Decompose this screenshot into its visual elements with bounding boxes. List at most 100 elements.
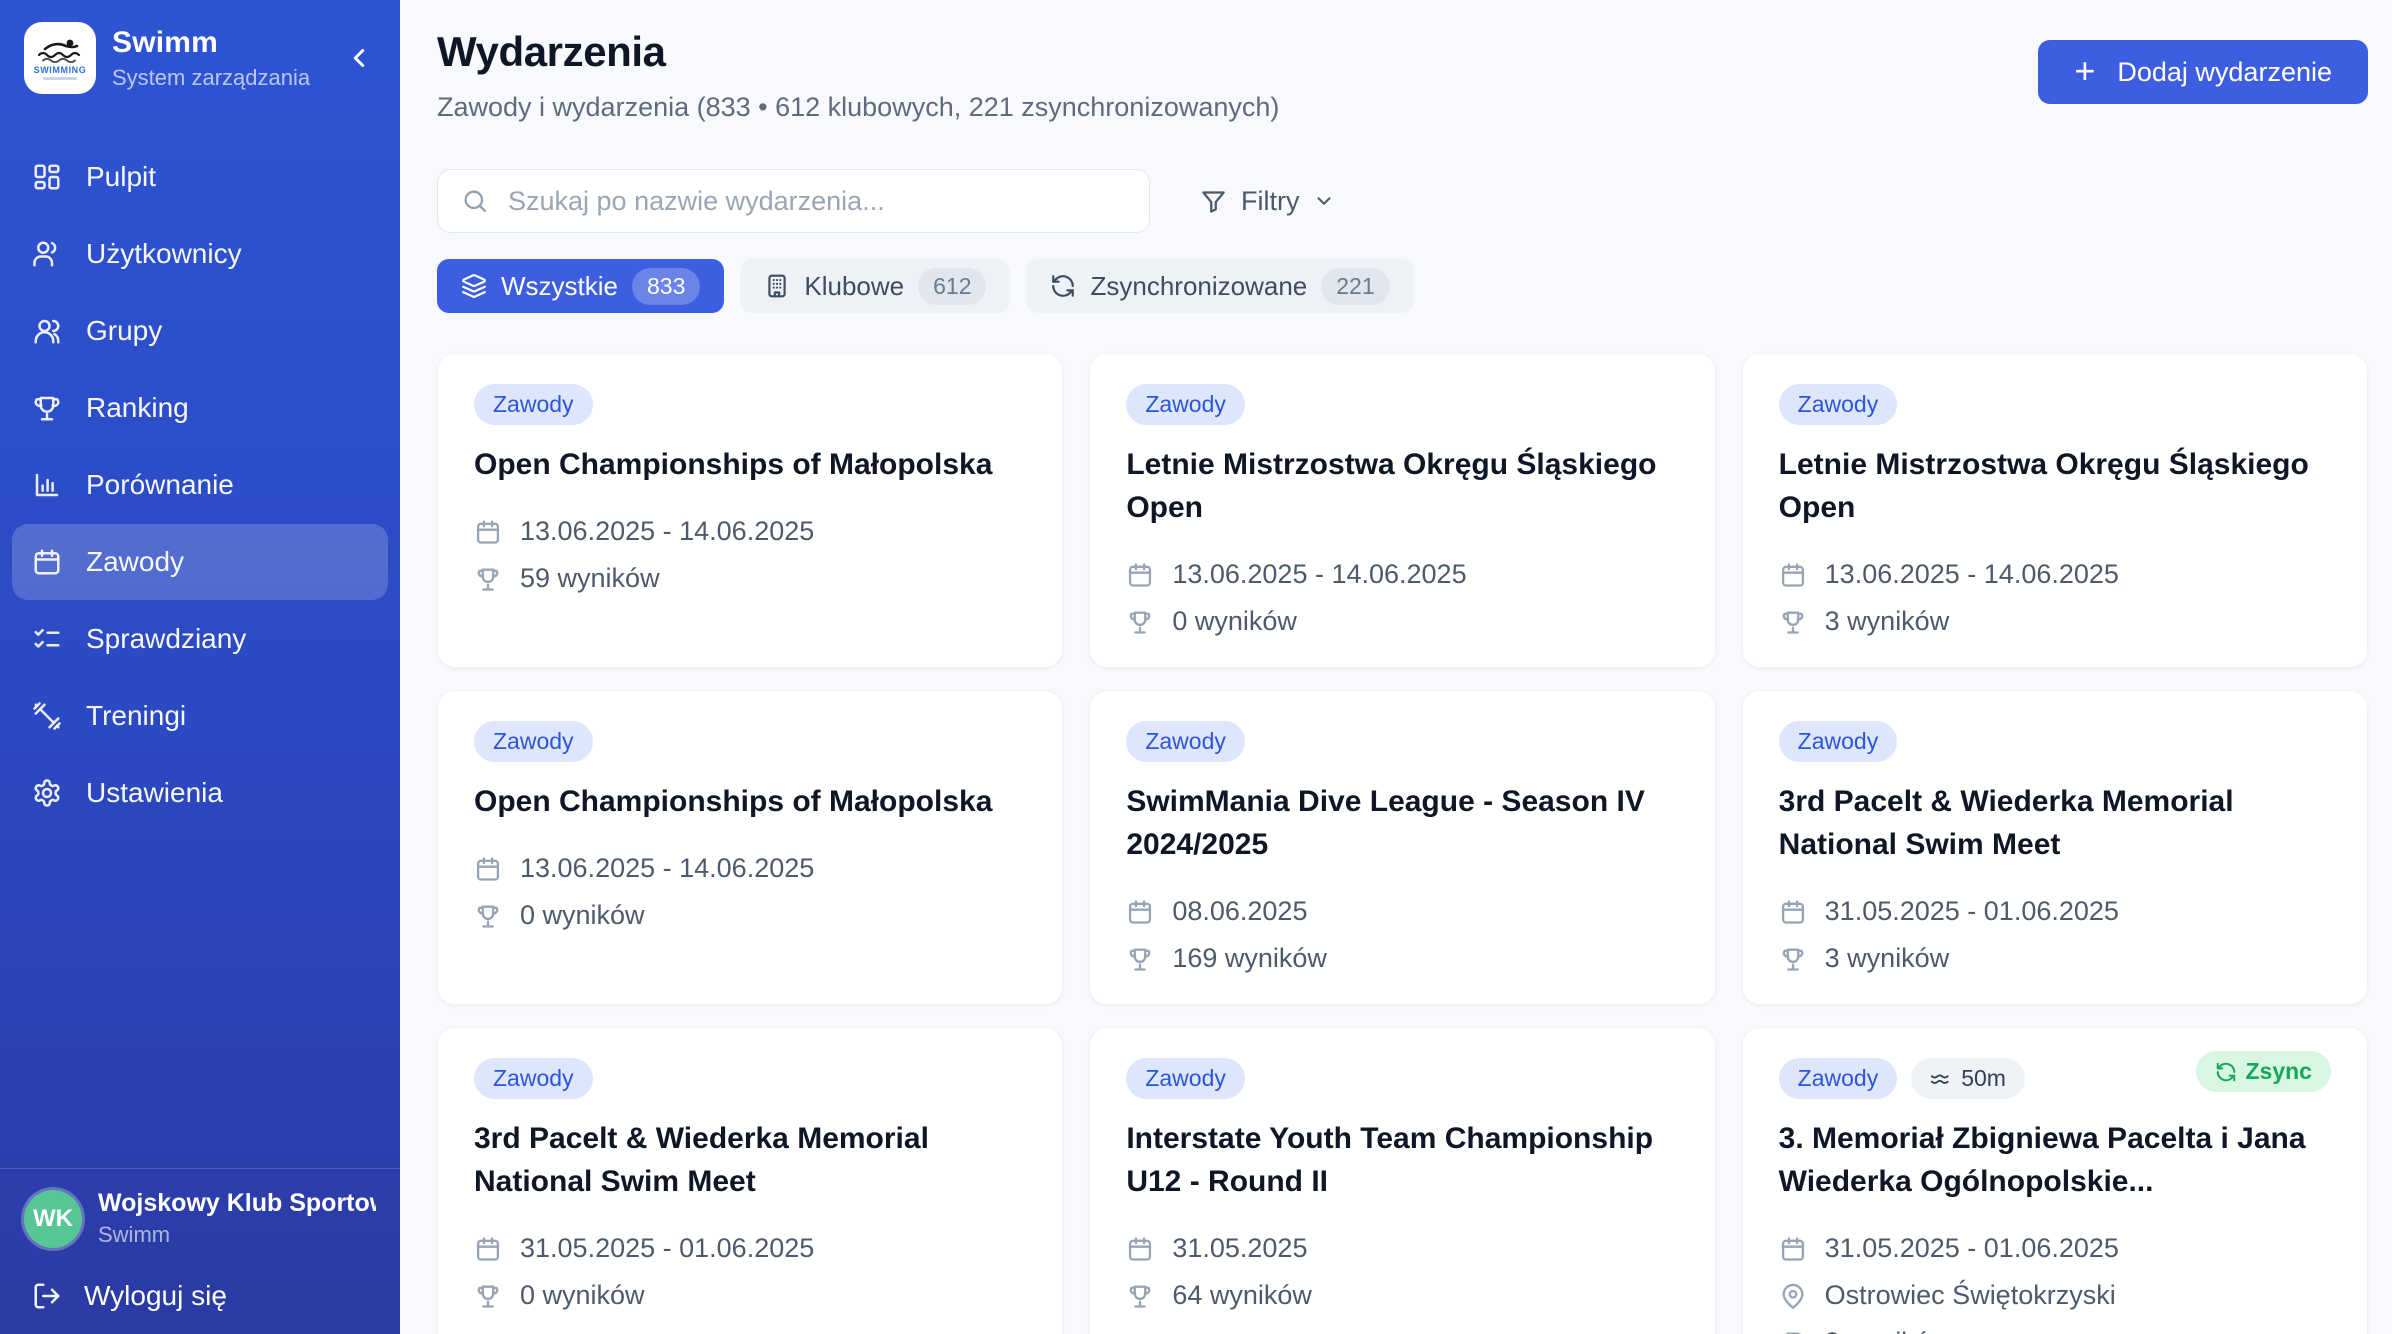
card-meta: 31.05.2025 - 01.06.2025 0 wyników (474, 1233, 1026, 1311)
sidebar-item-ranking[interactable]: Ranking (12, 370, 388, 446)
event-card[interactable]: Zawody Letnie Mistrzostwa Okręgu Śląskie… (1742, 353, 2368, 668)
event-date-row: 31.05.2025 - 01.06.2025 (474, 1233, 1026, 1264)
sidebar-item-uzytkownicy[interactable]: Użytkownicy (12, 216, 388, 292)
swimmer-icon (37, 37, 83, 63)
add-event-button[interactable]: + Dodaj wydarzenie (2038, 40, 2368, 104)
sync-icon (2215, 1061, 2237, 1083)
gear-icon (32, 778, 62, 808)
event-results: 0 wyników (520, 900, 645, 931)
event-date-row: 31.05.2025 - 01.06.2025 (1779, 896, 2331, 927)
user-profile[interactable]: WK Wojskowy Klub Sportowy ... Swimm (24, 1189, 376, 1248)
card-meta: 08.06.2025 169 wyników (1126, 896, 1678, 974)
event-results: 169 wyników (1172, 943, 1327, 974)
sync-status-badge: Zsync (2196, 1051, 2331, 1092)
event-card[interactable]: Zawody 50m Zsync 3. Memoriał Zbigniewa P… (1742, 1027, 2368, 1334)
calendar-icon (1779, 561, 1807, 589)
sidebar-item-zawody[interactable]: Zawody (12, 524, 388, 600)
event-date-row: 13.06.2025 - 14.06.2025 (474, 853, 1026, 884)
event-results-row: 3 wyników (1779, 606, 2331, 637)
tab-label: Wszystkie (501, 271, 618, 302)
calendar-icon (474, 518, 502, 546)
event-card[interactable]: Zawody 3rd Pacelt & Wiederka Memorial Na… (1742, 690, 2368, 1005)
dashboard-icon (32, 162, 62, 192)
filters-label: Filtry (1241, 186, 1299, 217)
trophy-icon (1126, 608, 1154, 636)
checklist-icon (32, 624, 62, 654)
card-meta: 31.05.2025 - 01.06.2025 Ostrowiec Święto… (1779, 1233, 2331, 1334)
event-type-badge: Zawody (1126, 384, 1245, 425)
calendar-icon (1126, 561, 1154, 589)
event-card[interactable]: Zawody Open Championships of Małopolska … (437, 690, 1063, 1005)
group-icon (32, 316, 62, 346)
event-results: 59 wyników (520, 563, 660, 594)
event-results-row: 59 wyników (474, 563, 1026, 594)
bar-chart-icon (32, 470, 62, 500)
sidebar-item-label: Porównanie (86, 469, 234, 501)
chevron-down-icon (1313, 190, 1335, 212)
event-card[interactable]: Zawody Interstate Youth Team Championshi… (1089, 1027, 1715, 1334)
sidebar-item-label: Grupy (86, 315, 162, 347)
sidebar-item-label: Użytkownicy (86, 238, 242, 270)
sidebar-item-sprawdziany[interactable]: Sprawdziany (12, 601, 388, 677)
trophy-icon (474, 902, 502, 930)
sidebar-item-porownanie[interactable]: Porównanie (12, 447, 388, 523)
user-text: Wojskowy Klub Sportowy ... Swimm (98, 1189, 376, 1248)
tab-zsynchronizowane[interactable]: Zsynchronizowane 221 (1026, 259, 1413, 313)
sidebar-item-label: Sprawdziany (86, 623, 246, 655)
building-icon (764, 273, 790, 299)
event-date-row: 13.06.2025 - 14.06.2025 (474, 516, 1026, 547)
event-results-row: 3 wyników (1779, 943, 2331, 974)
calendar-icon (1779, 1235, 1807, 1263)
card-meta: 13.06.2025 - 14.06.2025 0 wyników (1126, 559, 1678, 637)
tab-count-badge: 612 (918, 268, 986, 305)
sidebar-item-label: Zawody (86, 546, 184, 578)
chevron-left-icon (344, 43, 374, 73)
event-card[interactable]: Zawody Letnie Mistrzostwa Okręgu Śląskie… (1089, 353, 1715, 668)
event-type-badge: Zawody (474, 721, 593, 762)
event-date: 13.06.2025 - 14.06.2025 (520, 516, 814, 547)
card-meta: 13.06.2025 - 14.06.2025 59 wyników (474, 516, 1026, 594)
sidebar-item-ustawienia[interactable]: Ustawienia (12, 755, 388, 831)
tab-wszystkie[interactable]: Wszystkie 833 (437, 259, 724, 313)
event-card[interactable]: Zawody SwimMania Dive League - Season IV… (1089, 690, 1715, 1005)
trophy-icon (474, 565, 502, 593)
sidebar-collapse-button[interactable] (344, 43, 374, 73)
event-card[interactable]: Zawody 3rd Pacelt & Wiederka Memorial Na… (437, 1027, 1063, 1334)
trophy-icon (1779, 1329, 1807, 1334)
brand-subtitle: System zarządzania (112, 65, 310, 91)
event-results: 3 wyników (1825, 1327, 1950, 1334)
event-date-row: 13.06.2025 - 14.06.2025 (1779, 559, 2331, 590)
event-type-badge: Zawody (474, 384, 593, 425)
sidebar-nav: Pulpit Użytkownicy Grupy Ranking (0, 138, 400, 1168)
event-results-row: 3 wyników (1779, 1327, 2331, 1334)
card-meta: 31.05.2025 - 01.06.2025 3 wyników (1779, 896, 2331, 974)
page-header: Wydarzenia Zawody i wydarzenia (833 • 61… (437, 28, 2368, 123)
filters-button[interactable]: Filtry (1200, 186, 1335, 217)
tab-klubowe[interactable]: Klubowe 612 (740, 259, 1010, 313)
tab-label: Klubowe (804, 271, 904, 302)
tab-count-badge: 221 (1321, 268, 1389, 305)
event-date: 13.06.2025 - 14.06.2025 (520, 853, 814, 884)
trophy-icon (1779, 945, 1807, 973)
card-meta: 13.06.2025 - 14.06.2025 0 wyników (474, 853, 1026, 931)
logout-button[interactable]: Wyloguj się (24, 1274, 231, 1322)
user-subtitle: Swimm (98, 1222, 376, 1248)
event-results: 0 wyników (520, 1280, 645, 1311)
events-grid: Zawody Open Championships of Małopolska … (437, 353, 2368, 1334)
event-type-badge: Zawody (1779, 384, 1898, 425)
event-type-badge: Zawody (1126, 721, 1245, 762)
sidebar-item-treningi[interactable]: Treningi (12, 678, 388, 754)
pool-length-badge: 50m (1911, 1058, 2025, 1099)
search-input[interactable] (437, 169, 1150, 233)
event-title: Open Championships of Małopolska (474, 443, 1026, 486)
event-date-row: 31.05.2025 (1126, 1233, 1678, 1264)
event-title: SwimMania Dive League - Season IV 2024/2… (1126, 780, 1678, 866)
page-title: Wydarzenia (437, 28, 1279, 76)
event-results-row: 0 wyników (1126, 606, 1678, 637)
sidebar-item-pulpit[interactable]: Pulpit (12, 139, 388, 215)
sidebar-item-grupy[interactable]: Grupy (12, 293, 388, 369)
event-card[interactable]: Zawody Open Championships of Małopolska … (437, 353, 1063, 668)
event-date: 13.06.2025 - 14.06.2025 (1172, 559, 1466, 590)
event-title: 3. Memoriał Zbigniewa Pacelta i Jana Wie… (1779, 1117, 2331, 1203)
event-date: 31.05.2025 - 01.06.2025 (1825, 1233, 2119, 1264)
